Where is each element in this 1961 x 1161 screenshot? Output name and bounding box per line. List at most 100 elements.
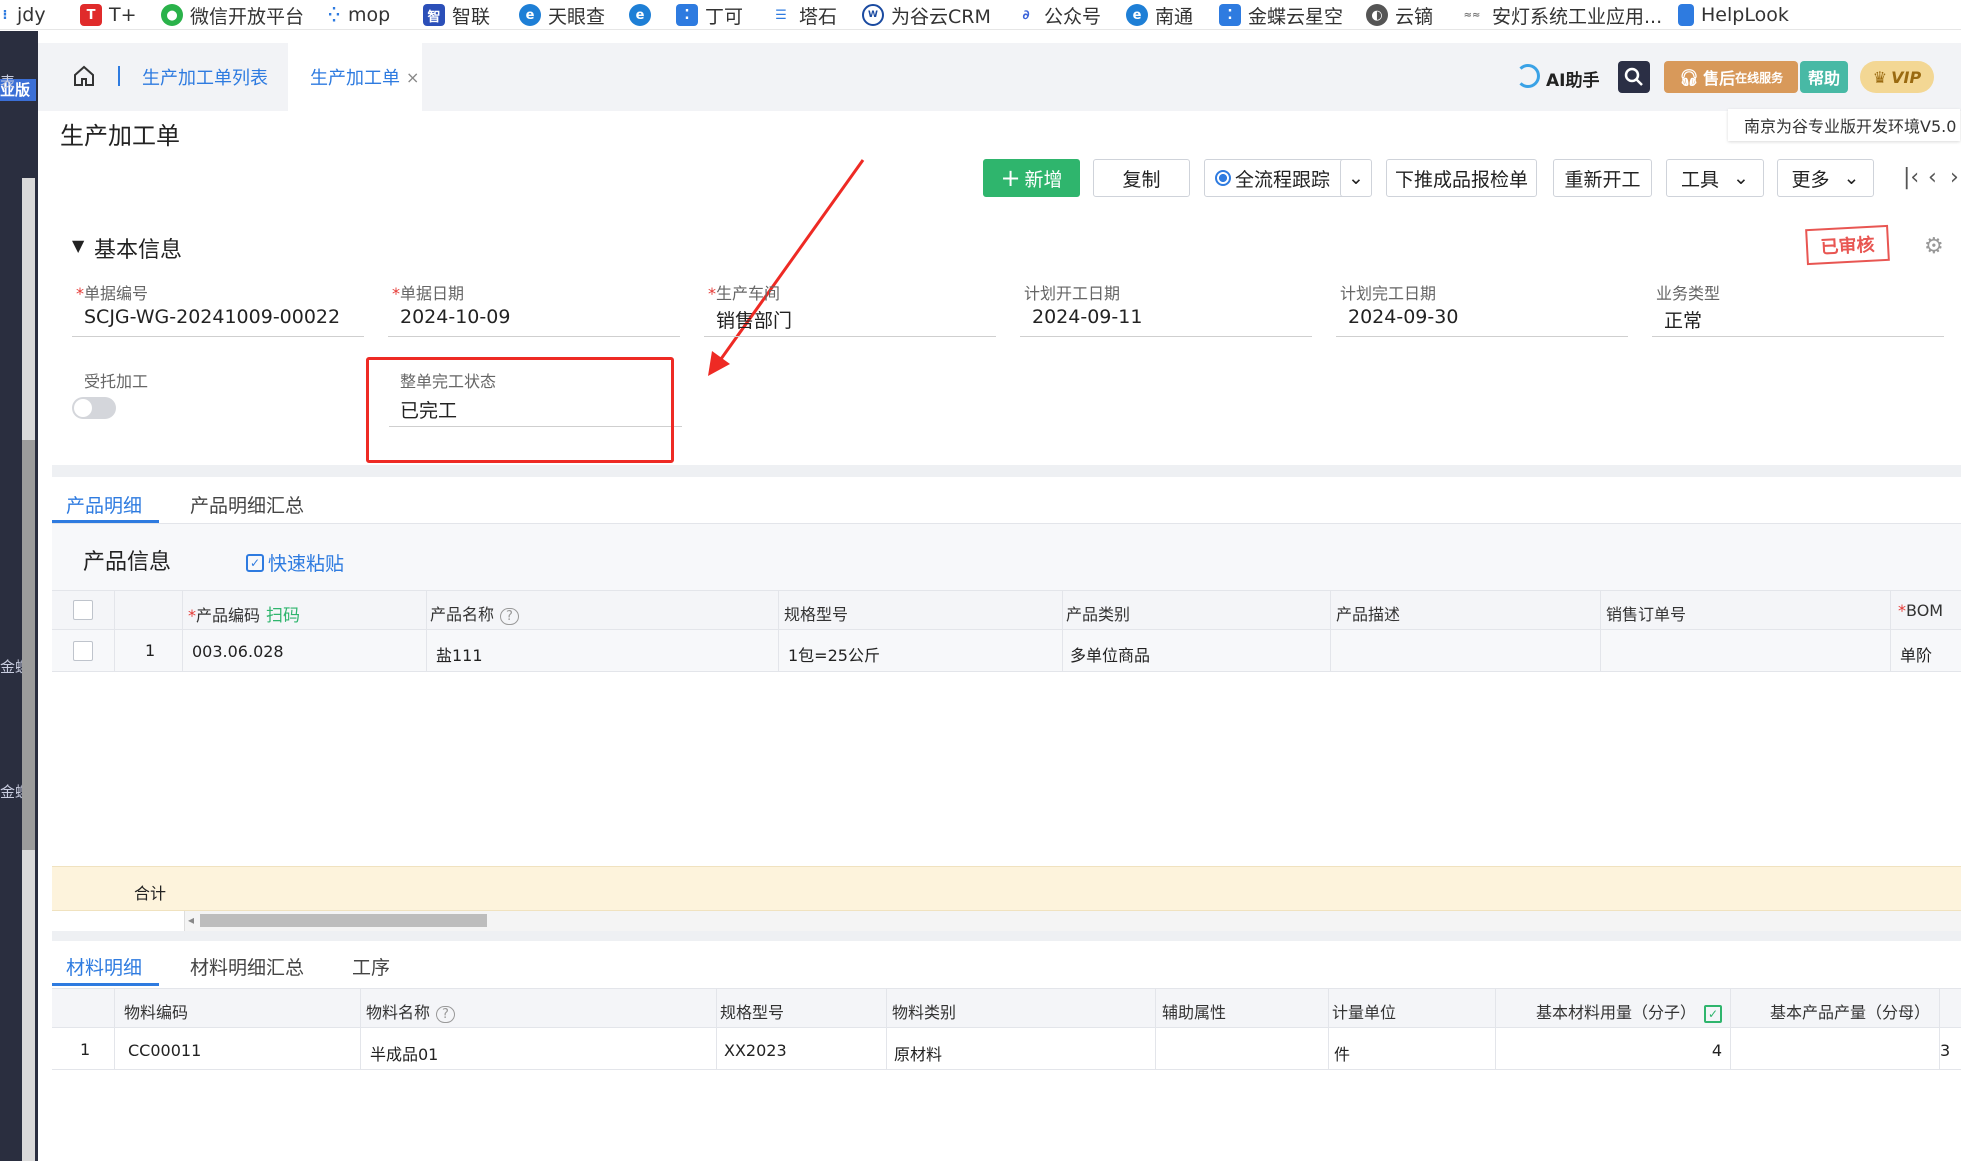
material-cell-base[interactable]: 3 [1940,1041,1950,1060]
bookmark-tashi[interactable]: ☰ 塔石 [770,3,838,28]
bookmark-wechat[interactable]: ● 微信开放平台 [161,3,304,28]
tools-dropdown-button[interactable]: 工具 ⌄ [1666,159,1764,197]
material-cell-category[interactable]: 原材料 [894,1041,942,1065]
check-square-icon[interactable]: ✓ [1704,1005,1723,1023]
header-text: 产品名称 [430,605,495,624]
tab-production-list[interactable]: 生产加工单列表 [142,43,268,111]
material-cell-name[interactable]: 半成品01 [370,1041,438,1065]
field-underline [704,336,996,337]
field-label: 计划开工日期 [1024,280,1120,304]
bookmark-label: 南通 [1155,5,1194,28]
header-text: 产品编码 [196,606,261,625]
bookmark-crm[interactable]: W 为谷云CRM [862,3,991,28]
tab-product-summary[interactable]: 产品明细汇总 [190,491,304,518]
tab-material-summary[interactable]: 材料明细汇总 [190,953,304,980]
toggle-knob [74,399,92,417]
hscroll-thumb[interactable] [200,914,487,927]
product-cell-name[interactable]: 盐111 [436,642,483,666]
search-button[interactable] [1618,61,1650,93]
field-underline [388,336,680,337]
help-button[interactable]: 帮助 [1800,61,1848,93]
close-icon[interactable]: × [406,68,419,87]
restart-button[interactable]: 重新开工 [1553,159,1652,197]
prev-record-icon[interactable]: ‹ [1928,165,1937,190]
bookmark-kingdee[interactable]: ⁚ 金蝶云星空 [1219,3,1343,28]
headset-icon: 🎧︎ [1678,67,1700,87]
help-circle-icon[interactable]: ? [500,608,519,625]
tab-production-order[interactable]: 生产加工单 × [288,43,422,111]
trace-label: 全流程跟踪 [1235,168,1331,191]
bookmark-tplus[interactable]: T T+ [80,3,137,27]
product-col-header-1: 产品名称? [430,601,519,625]
product-col-header-5: 销售订单号 [1606,601,1686,625]
bookmark-andon[interactable]: ≈≈ 安灯系统工业应用... [1459,3,1662,28]
bookmark-tianyancha[interactable]: e 天眼查 [519,3,605,28]
material-cell-qty[interactable]: 4 [1700,1041,1722,1060]
next-record-icon[interactable]: › [1950,165,1959,190]
field-value-4[interactable]: 2024-09-30 [1348,306,1458,328]
bookmark-label: 丁可 [705,5,744,28]
tab-process[interactable]: 工序 [352,953,390,980]
row-checkbox[interactable] [73,641,93,661]
field-value-2[interactable]: 销售部门 [716,306,792,333]
bookmark-zhilian[interactable]: 智 智联 [423,3,490,28]
bookmark-yundi[interactable]: ◐ 云镝 [1366,3,1433,28]
scroll-left-icon[interactable]: ◂ [188,913,194,927]
field-label-text: 业务类型 [1656,284,1721,303]
copy-button[interactable]: 复制 [1093,159,1190,197]
quick-paste-button[interactable]: ✓ 快速粘贴 [246,549,344,576]
field-value-1[interactable]: 2024-10-09 [400,306,510,328]
settings-gear-icon[interactable]: ⚙ [1924,234,1944,259]
zhilian-icon: 智 [423,4,445,26]
field-value-0[interactable]: SCJG-WG-20241009-00022 [84,306,340,328]
help-circle-icon[interactable]: ? [436,1006,455,1023]
andon-icon: ≈≈ [1459,4,1485,26]
crm-icon: W [862,4,884,26]
bookmark-mop[interactable]: ⁛ mop [327,3,390,27]
table-row[interactable] [52,630,1961,672]
bookmarks-bar: ⁝ jdy T T+ ● 微信开放平台 ⁛ mop 智 智联 e 天眼查 e ⁚… [0,0,1961,30]
vip-button[interactable]: ♛ VIP [1860,61,1934,93]
globe-icon: ◐ [1366,4,1388,26]
header-text: 物料编码 [124,1003,189,1022]
ai-assistant-button[interactable]: AI助手 [1546,66,1599,91]
new-button[interactable]: + 新增 [983,159,1080,197]
material-cell-spec[interactable]: XX2023 [724,1041,787,1060]
bookmark-gongzhonghao[interactable]: ∂ 公众号 [1015,3,1101,28]
scan-button[interactable]: 扫码 [266,606,300,626]
bookmark-label: 塔石 [799,5,838,28]
product-cell-code[interactable]: 003.06.028 [192,642,284,661]
collapse-triangle-icon[interactable]: ▼ [72,236,84,255]
bookmark-helplook[interactable]: HelpLook [1678,3,1789,27]
field-value-3[interactable]: 2024-09-11 [1032,306,1142,328]
bookmark-edge[interactable]: e [629,3,651,27]
home-icon[interactable] [72,64,96,88]
after-sales-service-button[interactable]: 🎧︎ 售后 在线服务 [1664,61,1798,93]
select-all-checkbox[interactable] [73,600,93,620]
material-cell-code[interactable]: CC00011 [128,1041,201,1060]
more-dropdown-button[interactable]: 更多 ⌄ [1777,159,1874,197]
sidebar-scrollbar-thumb[interactable] [22,440,35,850]
field-label: *单据日期 [392,280,464,304]
material-cell-unit[interactable]: 件 [1334,1041,1350,1065]
required-asterisk: * [76,284,84,303]
bookmark-dingke[interactable]: ⁚ 丁可 [676,3,744,28]
field-value-5[interactable]: 正常 [1664,306,1702,333]
grid-column-divider [114,590,115,672]
trace-dropdown-button[interactable]: ⌄ [1340,159,1372,197]
bookmark-nantong[interactable]: e 南通 [1126,3,1194,28]
push-inspection-button[interactable]: 下推成品报检单 [1386,159,1537,197]
tab-material-detail[interactable]: 材料明细 [66,953,142,980]
tab-product-detail[interactable]: 产品明细 [66,491,142,518]
bookmark-icon [1678,4,1694,26]
table-row[interactable] [52,1028,1961,1070]
header-text: 产品描述 [1336,605,1401,624]
first-record-icon[interactable]: |‹ [1903,165,1919,190]
product-cell-bom[interactable]: 单阶 [1900,642,1932,666]
required-asterisk: * [188,606,196,625]
bookmark-jdy[interactable]: ⁝ jdy [0,3,46,27]
product-cell-category[interactable]: 多单位商品 [1070,642,1150,666]
required-asterisk: * [708,284,716,303]
outsource-toggle[interactable] [72,397,116,419]
product-cell-spec[interactable]: 1包=25公斤 [788,642,880,666]
